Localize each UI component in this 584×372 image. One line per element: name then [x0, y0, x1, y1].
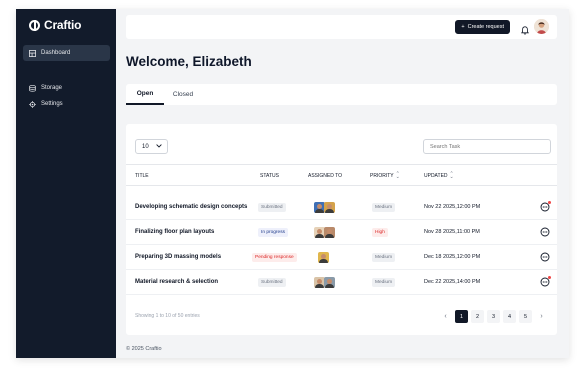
- chevron-down-icon: [155, 143, 162, 150]
- comment-icon[interactable]: [540, 227, 550, 237]
- plus-icon: +: [461, 24, 465, 30]
- sidebar-item-label: Storage: [41, 85, 63, 91]
- priority-badge: Medium: [372, 252, 396, 262]
- table-row[interactable]: Preparing 3D massing models Pending resp…: [126, 245, 557, 270]
- table-row[interactable]: Material research & selection Submitted …: [126, 270, 557, 295]
- create-request-button[interactable]: + Create request: [455, 20, 510, 34]
- action-cell: [540, 270, 551, 294]
- page-title: Welcome, Elizabeth: [126, 54, 252, 69]
- comment-icon[interactable]: [540, 252, 550, 262]
- sidebar: Craftio Dashboard Storage Settings: [16, 9, 116, 358]
- task-title: Preparing 3D massing models: [135, 254, 222, 260]
- per-page-value: 10: [142, 143, 149, 150]
- status-badge: Submitted: [258, 202, 286, 212]
- table-row[interactable]: Developing schematic design concepts Sub…: [126, 195, 557, 220]
- avatar: [318, 251, 329, 263]
- notification-dot: [548, 276, 551, 279]
- priority-cell: Medium: [372, 195, 396, 219]
- gear-icon: [29, 100, 36, 108]
- next-page-button[interactable]: ›: [535, 310, 548, 323]
- priority-cell: Medium: [372, 245, 396, 269]
- sidebar-item-label: Dashboard: [41, 50, 71, 56]
- column-assigned: ASSIGNED TO: [308, 172, 342, 179]
- database-icon: [29, 84, 36, 92]
- priority-badge: Medium: [372, 277, 396, 287]
- column-title: TITLE: [135, 172, 149, 179]
- updated-date: Dec 22 2025,14:00 PM: [424, 279, 481, 285]
- page-button-1[interactable]: 1: [455, 310, 468, 323]
- comment-icon[interactable]: [540, 201, 551, 212]
- column-priority[interactable]: PRIORITY ⌃ ⌄: [370, 165, 400, 186]
- status-cell: Submitted: [258, 270, 286, 294]
- app-window: Craftio Dashboard Storage Settings + Cre…: [16, 9, 569, 358]
- logo-icon: [29, 19, 40, 31]
- priority-badge: High: [372, 227, 388, 237]
- entries-summary: Showing 1 to 10 of 50 entries: [135, 313, 200, 319]
- status-badge: Submitted: [258, 277, 286, 287]
- task-title: Developing schematic design concepts: [135, 204, 248, 210]
- page-button-2[interactable]: 2: [471, 310, 484, 323]
- status-cell: Pending response: [252, 245, 297, 269]
- assignees: [314, 220, 335, 244]
- top-bar: + Create request: [126, 15, 557, 39]
- brand-name: Craftio: [44, 18, 82, 32]
- footer-copyright: © 2025 Craftio: [126, 346, 162, 352]
- search-input[interactable]: [423, 139, 551, 154]
- sidebar-item-dashboard[interactable]: Dashboard: [23, 45, 110, 61]
- sidebar-item-settings[interactable]: Settings: [23, 96, 110, 112]
- tab-open[interactable]: Open: [126, 84, 164, 105]
- sort-icon: ⌃ ⌄: [449, 170, 454, 180]
- sidebar-item-storage[interactable]: Storage: [23, 80, 110, 96]
- priority-cell: High: [372, 220, 388, 244]
- priority-cell: Medium: [372, 270, 396, 294]
- column-status: STATUS: [260, 172, 279, 179]
- avatar[interactable]: [534, 19, 549, 34]
- updated-date: Nov 28 2025,11:00 PM: [424, 229, 480, 235]
- page-button-3[interactable]: 3: [487, 310, 500, 323]
- assignees: [318, 245, 329, 269]
- avatar: [324, 201, 335, 213]
- tabs-bar: Open Closed: [126, 84, 557, 105]
- tasks-card: 10 TITLE STATUS ASSIGNED TO PRIORITY ⌃⌄ …: [126, 124, 557, 335]
- table-row[interactable]: Finalizing floor plan layouts In progres…: [126, 220, 557, 245]
- status-badge: Pending response: [252, 252, 297, 262]
- page-button-4[interactable]: 4: [503, 310, 516, 323]
- updated-date: Dec 18 2025,12:00 PM: [424, 254, 481, 260]
- action-cell: [540, 220, 550, 244]
- column-priority-label: PRIORITY: [370, 172, 394, 179]
- sidebar-item-label: Settings: [41, 101, 63, 107]
- avatar: [324, 226, 335, 238]
- notification-dot: [548, 201, 551, 204]
- status-cell: Submitted: [258, 195, 286, 219]
- action-cell: [540, 245, 550, 269]
- updated-date: Nov 22 2025,12:00 PM: [424, 204, 481, 210]
- per-page-select[interactable]: 10: [135, 139, 168, 154]
- pagination: ‹ 1 2 3 4 5 ›: [439, 310, 548, 323]
- dashboard-icon: [29, 49, 36, 57]
- comment-icon[interactable]: [540, 276, 551, 287]
- create-request-label: Create request: [467, 24, 504, 30]
- priority-badge: Medium: [372, 202, 396, 212]
- column-updated[interactable]: UPDATED ⌃ ⌄: [424, 165, 454, 186]
- avatar: [324, 276, 335, 288]
- status-badge: In progress: [258, 227, 288, 237]
- task-title: Material research & selection: [135, 279, 219, 285]
- table-header: TITLE STATUS ASSIGNED TO PRIORITY ⌃ ⌄ UPD…: [126, 164, 557, 186]
- task-title: Finalizing floor plan layouts: [135, 229, 215, 235]
- prev-page-button[interactable]: ‹: [439, 310, 452, 323]
- assignees: [314, 195, 335, 219]
- bell-icon[interactable]: [521, 22, 529, 35]
- column-updated-label: UPDATED: [424, 172, 448, 179]
- page-button-5[interactable]: 5: [519, 310, 532, 323]
- assignees: [314, 270, 335, 294]
- tab-closed[interactable]: Closed: [166, 84, 200, 105]
- brand-logo[interactable]: Craftio: [29, 18, 81, 32]
- sort-icon: ⌃ ⌄: [395, 170, 400, 180]
- action-cell: [540, 195, 551, 219]
- status-cell: In progress: [258, 220, 288, 244]
